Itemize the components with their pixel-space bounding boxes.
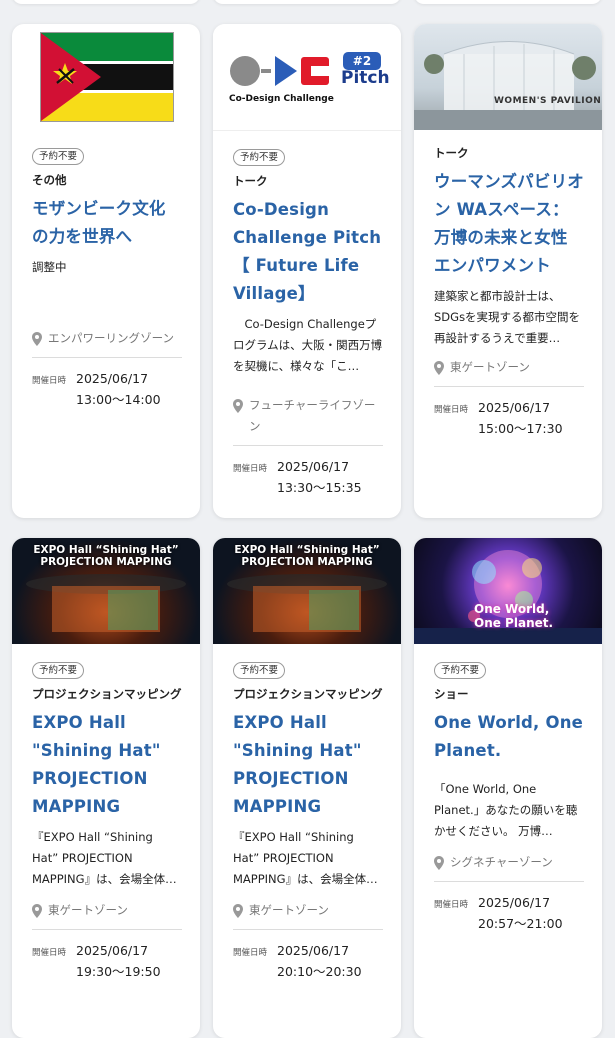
- datetime-value: 2025/06/17 13:30～15:35: [277, 459, 362, 495]
- event-title[interactable]: One World, One Planet.: [434, 709, 584, 765]
- location-text: 東ゲートゾーン: [450, 360, 530, 374]
- event-location: シグネチャーゾーン: [434, 852, 584, 873]
- datetime-value: 2025/06/17 20:10～20:30: [277, 943, 362, 979]
- event-title[interactable]: ウーマンズパビリオン WAスペース：万博の未来と女性エンパワメント: [434, 168, 584, 280]
- projection-illustration: [227, 574, 387, 632]
- event-image: [12, 24, 200, 130]
- location-pin-icon: [32, 904, 42, 918]
- datetime-label: 開催日時: [233, 948, 268, 958]
- event-category: プロジェクションマッピング: [233, 687, 383, 701]
- event-datetime: 開催日時 2025/06/17 19:30～19:50: [32, 940, 182, 982]
- mozambique-flag-image: [40, 32, 174, 122]
- location-pin-icon: [233, 399, 243, 413]
- pavilion-illustration: [414, 41, 602, 130]
- location-pin-icon: [434, 856, 444, 870]
- projection-illustration: [26, 574, 186, 632]
- event-description: 建築家と都市設計士は、SDGsを実現する都市空間を再設計するうえで重要…: [434, 289, 581, 345]
- event-description: 『EXPO Hall “Shining Hat” PROJECTION MAPP…: [233, 830, 378, 886]
- datetime-value: 2025/06/17 13:00～14:00: [76, 371, 161, 407]
- event-category: ショー: [434, 687, 469, 701]
- card-stub: [414, 0, 602, 4]
- event-card[interactable]: EXPO Hall “Shining Hat” PROJECTION MAPPI…: [213, 538, 401, 1038]
- pavilion-sign: WOMEN'S PAVILION: [494, 96, 602, 106]
- datetime-value: 2025/06/17 20:57～21:00: [478, 895, 563, 931]
- location-text: 東ゲートゾーン: [48, 903, 128, 917]
- datetime-label: 開催日時: [233, 464, 268, 474]
- divider: [434, 881, 584, 882]
- reservation-badge: 予約不要: [32, 148, 85, 165]
- divider: [32, 357, 182, 358]
- datetime-label: 開催日時: [32, 948, 67, 958]
- reservation-badge: 予約不要: [233, 149, 286, 166]
- event-title[interactable]: Co-Design Challenge Pitch【 Future Life V…: [233, 196, 383, 308]
- event-image: EXPO Hall “Shining Hat” PROJECTION MAPPI…: [213, 538, 401, 644]
- event-card[interactable]: One World, One Planet. 予約不要 ショー One Worl…: [414, 538, 602, 1038]
- pitch-text: Pitch: [341, 68, 390, 88]
- event-category: トーク: [434, 146, 469, 160]
- event-card[interactable]: Co-Design Challenge #2 Pitch 予約不要 トーク Co…: [213, 24, 401, 518]
- event-image: EXPO Hall “Shining Hat” PROJECTION MAPPI…: [12, 538, 200, 644]
- datetime-value: 2025/06/17 19:30～19:50: [76, 943, 161, 979]
- event-description: 「One World, One Planet.」あなたの願いを聴かせください。 …: [434, 782, 578, 838]
- event-category: その他: [32, 173, 67, 187]
- divider: [32, 929, 182, 930]
- event-title[interactable]: EXPO Hall "Shining Hat" PROJECTION MAPPI…: [233, 709, 383, 821]
- card-stub: [12, 0, 200, 4]
- reservation-badge: 予約不要: [434, 662, 487, 679]
- location-text: フューチャーライフゾーン: [249, 398, 376, 433]
- event-category: トーク: [233, 174, 268, 188]
- event-image: WOMEN'S PAVILION: [414, 24, 602, 130]
- event-location: 東ゲートゾーン: [233, 900, 383, 921]
- event-datetime: 開催日時 2025/06/17 13:00～14:00: [32, 368, 182, 410]
- event-description: 『EXPO Hall “Shining Hat” PROJECTION MAPP…: [32, 830, 177, 886]
- event-description: 調整中: [32, 260, 67, 274]
- reservation-badge: 予約不要: [32, 662, 85, 679]
- event-datetime: 開催日時 2025/06/17 15:00～17:30: [434, 397, 584, 439]
- event-title[interactable]: EXPO Hall "Shining Hat" PROJECTION MAPPI…: [32, 709, 182, 821]
- divider: [434, 386, 584, 387]
- event-image: Co-Design Challenge #2 Pitch: [213, 24, 401, 131]
- event-card[interactable]: EXPO Hall “Shining Hat” PROJECTION MAPPI…: [12, 538, 200, 1038]
- event-card[interactable]: WOMEN'S PAVILION トーク ウーマンズパビリオン WAスペース：万…: [414, 24, 602, 518]
- event-description: Co-Design Challengeプログラムは、大阪・関西万博を契機に、様々…: [233, 317, 383, 373]
- card-stub: [213, 0, 401, 4]
- location-text: エンパワーリングゾーン: [48, 331, 175, 345]
- co-design-logo-icon: [230, 56, 329, 86]
- image-caption: One World, One Planet.: [474, 602, 554, 630]
- co-design-logo-text: Co-Design Challenge: [229, 94, 334, 104]
- divider: [233, 929, 383, 930]
- location-pin-icon: [434, 361, 444, 375]
- event-datetime: 開催日時 2025/06/17 20:10～20:30: [233, 940, 383, 982]
- event-category: プロジェクションマッピング: [32, 687, 182, 701]
- reservation-badge: 予約不要: [233, 662, 286, 679]
- event-location: 東ゲートゾーン: [434, 357, 584, 378]
- divider: [233, 445, 383, 446]
- event-location: エンパワーリングゾーン: [32, 328, 182, 349]
- location-text: シグネチャーゾーン: [450, 855, 553, 869]
- datetime-value: 2025/06/17 15:00～17:30: [478, 400, 563, 436]
- event-location: 東ゲートゾーン: [32, 900, 182, 921]
- event-card[interactable]: 予約不要 その他 モザンビーク文化の力を世界へ 調整中 エンパワーリングゾーン …: [12, 24, 200, 518]
- datetime-label: 開催日時: [434, 405, 469, 415]
- datetime-label: 開催日時: [434, 900, 469, 910]
- event-title[interactable]: モザンビーク文化の力を世界へ: [32, 195, 182, 251]
- event-datetime: 開催日時 2025/06/17 13:30～15:35: [233, 456, 383, 498]
- location-pin-icon: [233, 904, 243, 918]
- location-pin-icon: [32, 332, 42, 346]
- event-location: フューチャーライフゾーン: [233, 395, 383, 437]
- event-datetime: 開催日時 2025/06/17 20:57～21:00: [434, 892, 584, 934]
- datetime-label: 開催日時: [32, 376, 67, 386]
- event-image: One World, One Planet.: [414, 538, 602, 644]
- location-text: 東ゲートゾーン: [249, 903, 329, 917]
